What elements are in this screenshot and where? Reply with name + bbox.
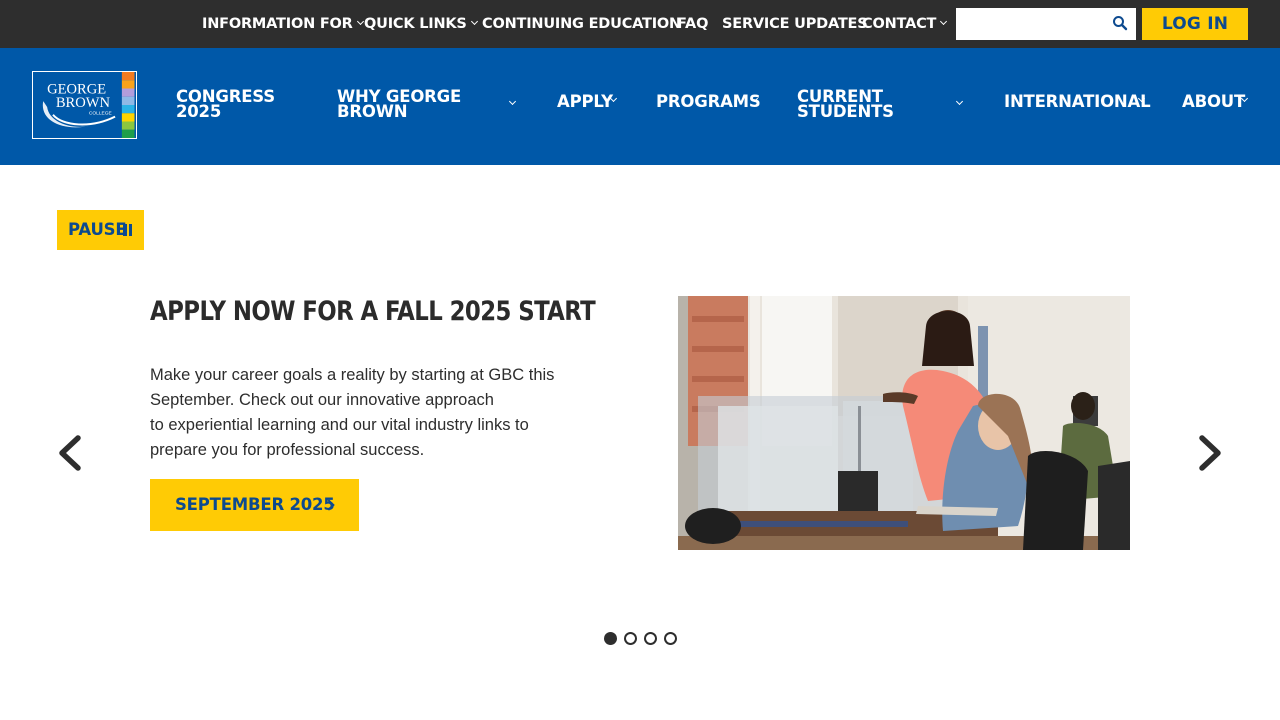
slide-body-line: to experiential learning and our vital i… xyxy=(150,416,529,434)
pause-button[interactable]: PAUSE xyxy=(57,210,144,250)
utility-link-continuing-education[interactable]: CONTINUING EDUCATION xyxy=(482,0,681,48)
utility-bar: INFORMATION FOR QUICK LINKS CONTINUING E… xyxy=(0,0,1280,48)
carousel-dot-3[interactable] xyxy=(644,632,657,645)
slide-body-line: September. Check out our innovative appr… xyxy=(150,391,494,409)
utility-link-label: CONTACT xyxy=(862,16,937,32)
search-input[interactable] xyxy=(956,8,1106,40)
pause-icon xyxy=(123,224,133,236)
utility-link-service-updates[interactable]: SERVICE UPDATES xyxy=(722,0,868,48)
search-box xyxy=(956,8,1136,40)
carousel-dot-2[interactable] xyxy=(624,632,637,645)
nav-item-apply[interactable]: APPLY xyxy=(557,93,622,112)
next-slide-arrow-icon[interactable] xyxy=(1190,428,1230,478)
slide-title: APPLY NOW FOR A FALL 2025 START xyxy=(150,296,596,327)
pause-button-label: PAUSE xyxy=(68,220,127,239)
slide-body: Make your career goals a reality by star… xyxy=(150,363,580,463)
september-2025-button[interactable]: SEPTEMBER 2025 xyxy=(150,479,359,531)
chevron-down-icon xyxy=(356,17,364,26)
nav-item-about[interactable]: ABOUT xyxy=(1182,93,1254,112)
carousel-dot-4[interactable] xyxy=(664,632,677,645)
nav-item-congress-2025[interactable]: CONGRESS 2025 xyxy=(176,88,275,121)
utility-link-label: FAQ xyxy=(677,16,709,32)
main-nav: GEORGE BROWN COLLEGE CONGRESS 2025 WHY G… xyxy=(0,48,1280,165)
utility-link-label: CONTINUING EDUCATION xyxy=(482,16,681,32)
slide-body-line: Make your career goals a reality by star… xyxy=(150,366,555,384)
utility-link-quick-links[interactable]: QUICK LINKS xyxy=(364,0,478,48)
utility-link-label: INFORMATION FOR xyxy=(202,16,353,32)
utility-link-contact[interactable]: CONTACT xyxy=(862,0,948,48)
previous-slide-arrow-icon[interactable] xyxy=(50,428,90,478)
chevron-down-icon xyxy=(940,17,948,26)
george-brown-logo[interactable]: GEORGE BROWN COLLEGE xyxy=(32,71,137,139)
utility-link-information-for[interactable]: INFORMATION FOR xyxy=(202,0,364,48)
slide-photo-students-in-lab[interactable] xyxy=(678,296,1130,550)
nav-item-label: BROWN xyxy=(337,102,408,121)
nav-item-label: PROGRAMS xyxy=(656,92,761,111)
utility-link-faq[interactable]: FAQ xyxy=(677,0,708,48)
nav-item-international[interactable]: INTERNATIONAL xyxy=(1004,92,1151,112)
cta-button-label: SEPTEMBER 2025 xyxy=(175,495,335,514)
nav-item-current-students[interactable]: CURRENT STUDENTS xyxy=(797,88,969,121)
nav-item-label: INTERNATIONAL xyxy=(1004,92,1151,111)
chevron-down-icon xyxy=(470,17,478,26)
nav-item-label: STUDENTS xyxy=(797,102,894,121)
carousel-dot-1[interactable] xyxy=(604,632,617,645)
utility-link-label: SERVICE UPDATES xyxy=(722,16,868,32)
nav-item-why-george-brown[interactable]: WHY GEORGE BROWN xyxy=(337,88,522,121)
logo-text-line: BROWN xyxy=(56,95,111,111)
slide-body-line: prepare you for professional success. xyxy=(150,441,425,459)
logo-text-line: COLLEGE xyxy=(89,111,113,117)
nav-item-programs[interactable]: PROGRAMS xyxy=(656,92,762,112)
search-icon[interactable] xyxy=(1112,15,1128,31)
utility-link-label: QUICK LINKS xyxy=(364,16,467,32)
login-button[interactable]: LOG IN xyxy=(1142,8,1248,40)
nav-item-label: 2025 xyxy=(176,102,222,121)
